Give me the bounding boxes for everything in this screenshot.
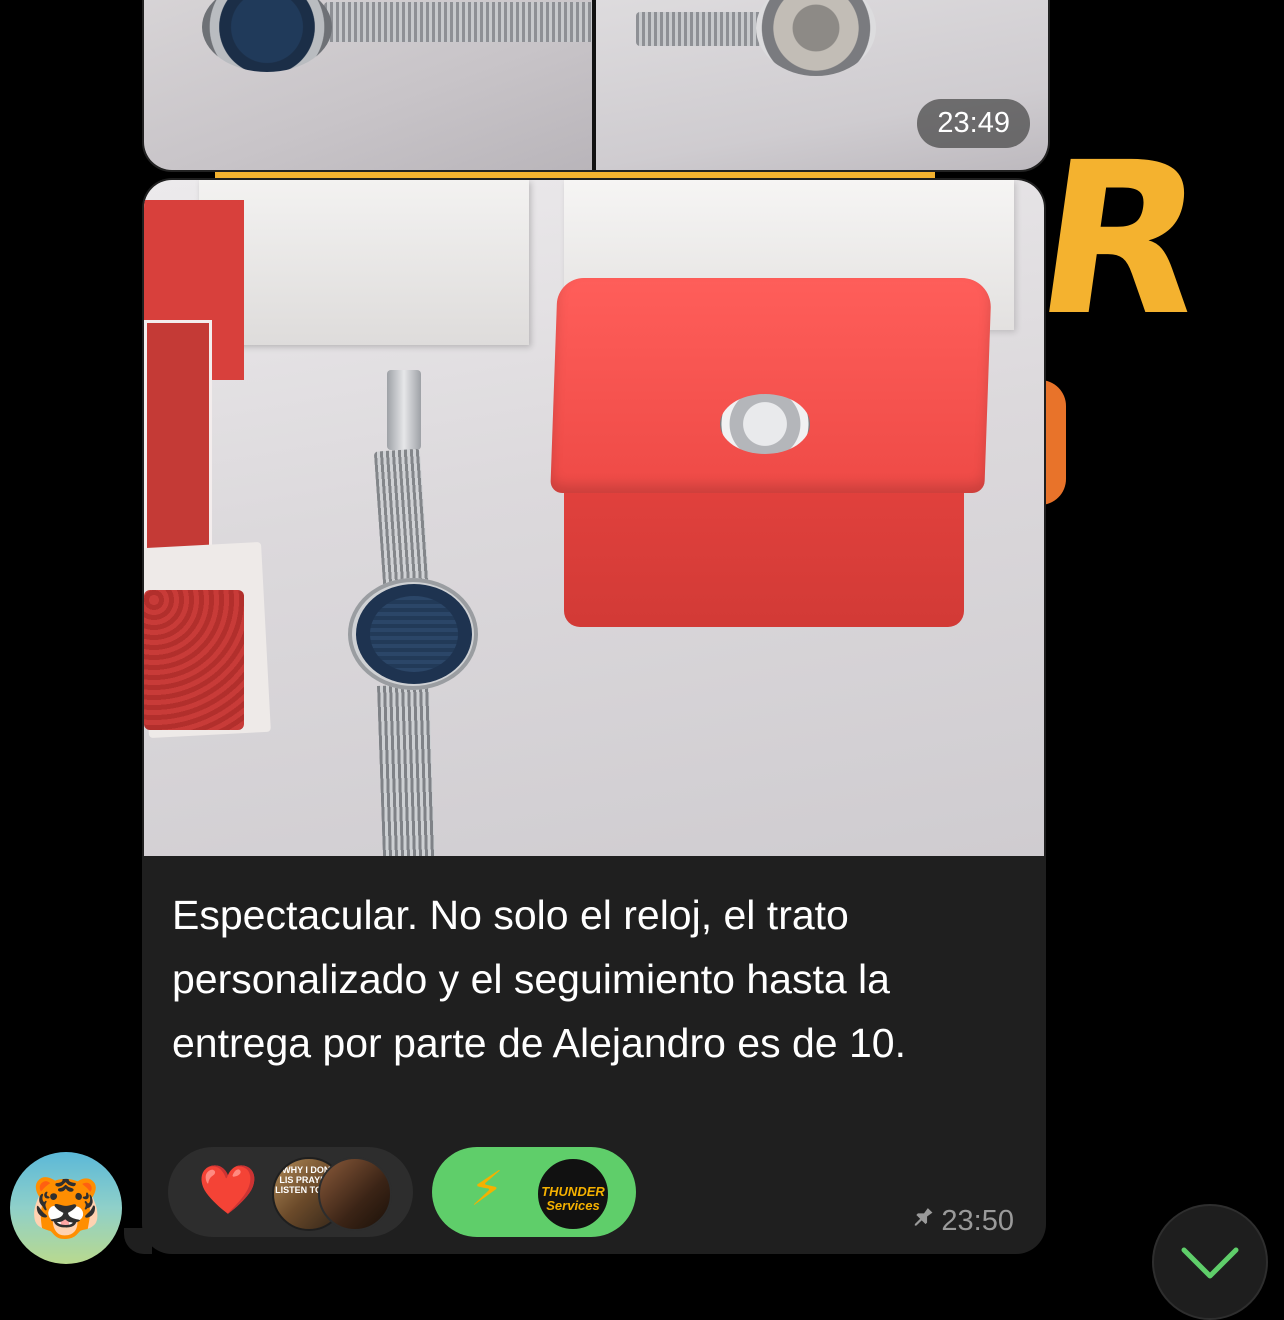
message-photo[interactable] (144, 180, 1044, 856)
bubble-tail (124, 1228, 152, 1254)
background-sticker-letter: R (1022, 117, 1220, 362)
photo-red-watch-box-base (564, 485, 964, 627)
reactor-avatar (318, 1157, 392, 1231)
photo-watch-dial (370, 596, 458, 672)
reactor-avatar-label: THUNDER Services (541, 1184, 605, 1213)
photo-red-watch-box-lid (550, 278, 992, 493)
tiger-icon: 🐯 (29, 1173, 103, 1242)
photo-tile-watch-front[interactable] (144, 0, 592, 170)
message-bubble[interactable]: Espectacular. No solo el reloj, el trato… (142, 178, 1046, 1254)
photo-box-logo (720, 394, 810, 454)
photo-booklet (144, 320, 212, 556)
message-meta: 23:50 (907, 1204, 1014, 1238)
sender-avatar[interactable]: 🐯 (10, 1152, 122, 1264)
photo-album-message[interactable]: 23:49 (142, 0, 1050, 172)
heart-icon: ❤️ (198, 1162, 258, 1218)
photo-watch-clasp (387, 370, 421, 450)
pin-icon (900, 1200, 942, 1242)
photo-watch-dial (202, 0, 332, 72)
scroll-to-bottom-button[interactable] (1152, 1204, 1268, 1320)
photo-strap (324, 2, 592, 42)
message-timestamp: 23:49 (917, 99, 1030, 148)
photo-watch-caseback (756, 0, 876, 76)
reaction-lightning[interactable]: ⚡ THUNDER Services (432, 1147, 636, 1237)
message-caption: Espectacular. No solo el reloj, el trato… (172, 892, 906, 1066)
photo-watch-strap (377, 684, 435, 856)
reactor-avatar: THUNDER Services (536, 1157, 610, 1231)
photo-red-tag (144, 590, 244, 730)
reaction-heart[interactable]: ❤️ WHY I DONT LIS PRAYERS LISTEN TO TOP (168, 1147, 413, 1237)
chevron-down-icon (1181, 1247, 1239, 1279)
message-timestamp: 23:50 (941, 1205, 1014, 1237)
lightning-icon: ⚡ (470, 1161, 504, 1217)
photo-white-box (199, 180, 529, 345)
